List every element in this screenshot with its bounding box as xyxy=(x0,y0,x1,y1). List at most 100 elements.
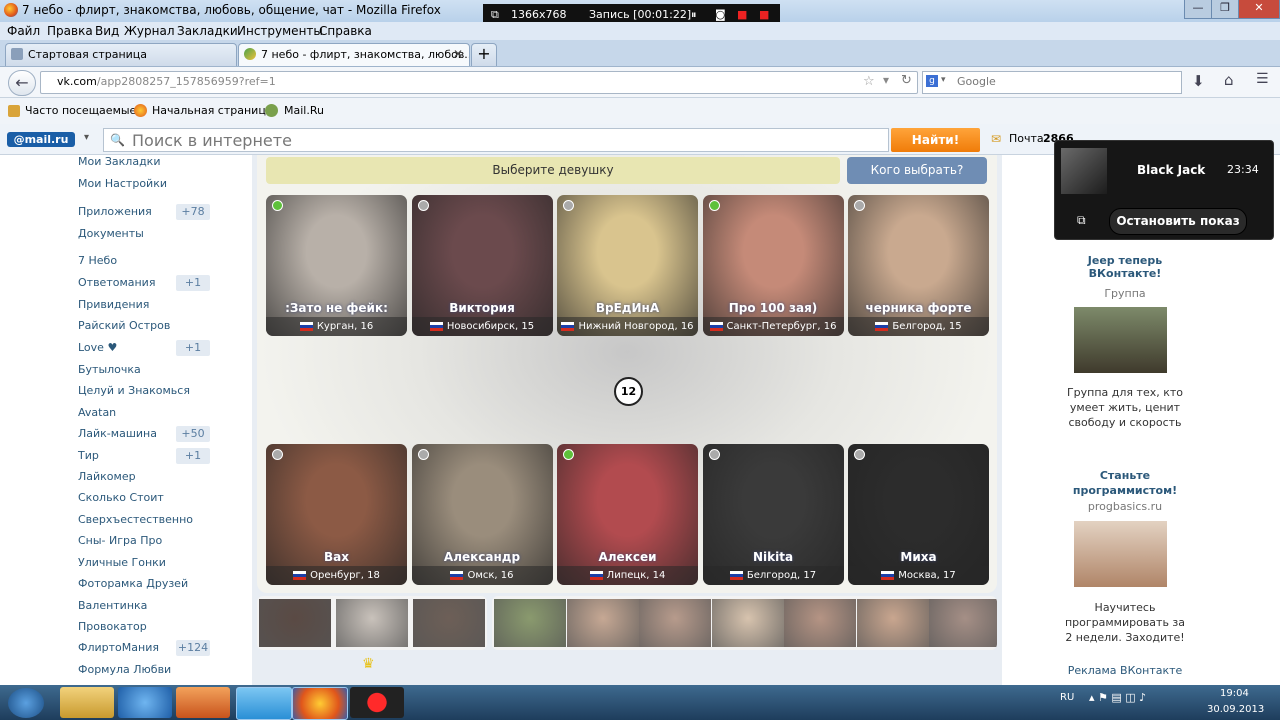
tab-start-page[interactable]: Стартовая страница xyxy=(5,43,237,66)
tab-7nebo[interactable]: 7 небо - флирт, знакомства, любов... ✕ xyxy=(238,43,470,66)
sidebar-item[interactable]: Валентинка xyxy=(78,599,147,612)
firefox-taskbar-icon[interactable] xyxy=(292,687,348,720)
profile-card[interactable]: :Зато не фейк: Курган, 16 xyxy=(266,195,407,336)
strip-photo[interactable] xyxy=(639,599,711,647)
new-tab-button[interactable]: + xyxy=(471,43,497,66)
bookmark-start-page[interactable]: Начальная страница xyxy=(152,104,273,117)
sidebar-item[interactable]: Лайк-машина xyxy=(78,427,157,440)
ad-jeep-image[interactable] xyxy=(1074,307,1167,373)
sidebar-item[interactable]: Бутылочка xyxy=(78,363,141,376)
strip-photo[interactable] xyxy=(566,599,639,647)
strip-photo[interactable] xyxy=(856,599,929,647)
profile-card[interactable]: Nikita Белгород, 17 xyxy=(702,444,844,585)
search-engine-dropdown-icon[interactable]: ▾ xyxy=(941,75,946,85)
home-icon[interactable]: ⌂ xyxy=(1224,71,1234,89)
start-button[interactable] xyxy=(8,688,44,718)
download-icon[interactable]: ⬇ xyxy=(1192,72,1205,90)
media-taskbar-icon[interactable] xyxy=(176,687,230,718)
pause-icon[interactable]: ⏸ xyxy=(691,8,697,22)
profile-card[interactable]: Про 100 зая) Санкт-Петербург, 16 xyxy=(702,195,844,336)
ads-footer-link[interactable]: Реклама ВКонтакте xyxy=(1062,664,1188,677)
reload-icon[interactable]: ↻ xyxy=(901,73,912,88)
address-text: vk.com/app2808257_157856959?ref=1 xyxy=(57,75,276,88)
crown-icon: ♛ xyxy=(362,656,375,672)
sidebar-item[interactable]: Целуй и Знакомься xyxy=(78,384,190,397)
sidebar-item[interactable]: Привидения xyxy=(78,298,149,311)
address-bar[interactable]: vk.com/app2808257_157856959?ref=1 ☆ ▾ ↻ xyxy=(40,71,918,94)
whom-to-choose-button[interactable]: Кого выбрать? xyxy=(847,157,987,184)
sidebar-item[interactable]: Сны- Игра Про xyxy=(78,534,162,547)
strip-photo[interactable] xyxy=(494,599,566,647)
explorer-taskbar-icon[interactable] xyxy=(60,687,114,718)
profile-card[interactable]: Виктория Новосибирск, 15 xyxy=(411,195,553,336)
back-button[interactable]: ← xyxy=(8,70,36,96)
menu-help[interactable]: Справка xyxy=(319,24,372,38)
bookmark-mailru[interactable]: Mail.Ru xyxy=(284,104,324,117)
strip-photo[interactable] xyxy=(413,599,485,647)
profile-name: черника форте xyxy=(865,301,972,315)
minimize-button[interactable]: — xyxy=(1184,0,1212,19)
strip-photo[interactable] xyxy=(929,599,997,647)
sidebar-item[interactable]: Фоторамка Друзей xyxy=(78,577,188,590)
menu-bookmarks[interactable]: Закладки xyxy=(177,24,238,38)
profile-card[interactable]: Александр Омск, 16 xyxy=(411,444,553,585)
strip-photo[interactable] xyxy=(784,599,856,647)
search-box[interactable]: g ▾ Google xyxy=(922,71,1182,94)
menu-history[interactable]: Журнал xyxy=(124,24,175,38)
ad-programmer-image[interactable] xyxy=(1074,521,1167,587)
language-indicator[interactable]: RU xyxy=(1060,692,1074,703)
close-window-button[interactable]: ✕ xyxy=(1238,0,1280,19)
bookmark-star-icon[interactable]: ☆ xyxy=(863,74,875,89)
menu-tools[interactable]: Инструменты xyxy=(237,24,323,38)
maximize-button[interactable]: ❐ xyxy=(1211,0,1239,19)
menu-file[interactable]: Файл xyxy=(7,24,40,38)
mailru-search-input[interactable]: 🔍 Поиск в интернете xyxy=(103,128,889,152)
menu-view[interactable]: Вид xyxy=(95,24,119,38)
skype-taskbar-icon[interactable] xyxy=(236,687,292,720)
strip-photo[interactable] xyxy=(711,599,784,647)
sidebar-item[interactable]: Райский Остров xyxy=(78,319,170,332)
screen-icon[interactable]: ⧉ xyxy=(1077,213,1086,228)
sidebar-item[interactable]: ФлиртоМания xyxy=(78,641,159,654)
sidebar-item[interactable]: 7 Небо xyxy=(78,254,117,267)
sidebar-item[interactable]: Провокатор xyxy=(78,620,147,633)
menu-edit[interactable]: Правка xyxy=(47,24,93,38)
record-icon[interactable]: ■ xyxy=(759,8,769,21)
sidebar-item[interactable]: Ответомания xyxy=(78,276,155,289)
sidebar-item[interactable]: Avatan xyxy=(78,406,116,419)
close-tab-icon[interactable]: ✕ xyxy=(453,47,463,61)
mailru-logo[interactable]: @mail.ru xyxy=(7,132,75,147)
camera-icon[interactable]: ◙ xyxy=(715,8,726,21)
ad-jeep-title[interactable]: Jeep теперь ВКонтакте! xyxy=(1066,254,1184,280)
profile-card[interactable]: Миха Москва, 17 xyxy=(848,444,989,585)
sidebar-item[interactable]: Мои Настройки xyxy=(78,177,167,190)
sidebar-item[interactable]: Love ♥ xyxy=(78,341,117,354)
profile-card[interactable]: черника форте Белгород, 15 xyxy=(848,195,989,336)
profile-card[interactable]: Вах Оренбург, 18 xyxy=(266,444,407,585)
profile-card[interactable]: Алексеи Липецк, 14 xyxy=(557,444,698,585)
strip-photo[interactable] xyxy=(259,599,331,647)
strip-photo[interactable] xyxy=(336,599,408,647)
bookmark-most-visited[interactable]: Часто посещаемые xyxy=(25,104,136,117)
recorder-taskbar-icon[interactable] xyxy=(350,687,404,718)
sidebar-item[interactable]: Документы xyxy=(78,227,144,240)
sidebar-item[interactable]: Сколько Стоит xyxy=(78,491,164,504)
sidebar-item[interactable]: Сверхъестественно xyxy=(78,513,193,526)
tray-icons[interactable]: ▴ ⚑ ▤ ◫ ♪ xyxy=(1089,691,1146,704)
logo-dropdown-icon[interactable]: ▾ xyxy=(84,132,89,143)
profile-card[interactable]: ВрЕдИнА Нижний Новгород, 16 xyxy=(557,195,698,336)
sidebar-item[interactable]: Лайкомер xyxy=(78,470,136,483)
ad-programmer-title[interactable]: Станьте программистом! xyxy=(1060,468,1190,498)
sidebar-item[interactable]: Мои Закладки xyxy=(78,155,160,168)
sidebar-item[interactable]: Приложения xyxy=(78,205,152,218)
sidebar-item[interactable]: Уличные Гонки xyxy=(78,556,166,569)
mail-link[interactable]: Почта xyxy=(1009,132,1044,145)
sidebar-item[interactable]: Тир xyxy=(78,449,99,462)
sidebar-item[interactable]: Формула Любви xyxy=(78,663,171,676)
dropdown-arrow-icon[interactable]: ▾ xyxy=(883,73,889,87)
menu-icon[interactable]: ☰ xyxy=(1256,71,1269,87)
ie-taskbar-icon[interactable] xyxy=(118,687,172,718)
stop-icon[interactable]: ■ xyxy=(737,8,747,21)
stop-show-button[interactable]: Остановить показ xyxy=(1109,208,1247,235)
find-button[interactable]: Найти! xyxy=(891,128,980,152)
